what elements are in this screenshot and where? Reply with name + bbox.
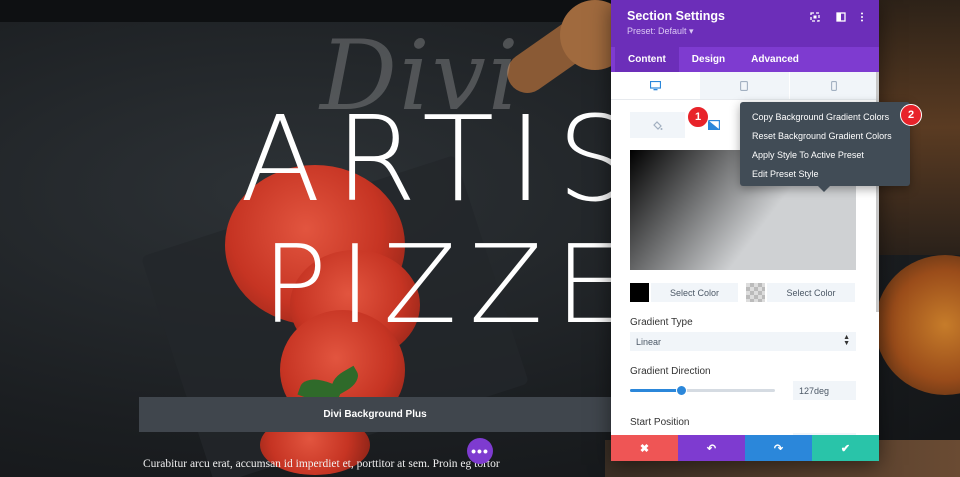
tab-advanced[interactable]: Advanced xyxy=(738,47,812,72)
modal-header: Section Settings Preset: Default ▾ xyxy=(611,0,879,47)
context-menu: Copy Background Gradient Colors Reset Ba… xyxy=(740,102,910,186)
select-end-color-button[interactable]: Select Color xyxy=(767,283,855,302)
hero-button[interactable]: Divi Background Plus xyxy=(139,397,611,432)
tablet-icon xyxy=(740,80,749,91)
gradient-direction-label: Gradient Direction xyxy=(630,366,711,377)
background-type-tabs xyxy=(630,112,741,138)
menu-item-reset-gradient-colors[interactable]: Reset Background Gradient Colors xyxy=(740,126,910,145)
pizza-image xyxy=(875,255,960,395)
menu-item-copy-gradient-colors[interactable]: Copy Background Gradient Colors xyxy=(740,107,910,126)
select-start-color-button[interactable]: Select Color xyxy=(651,283,738,302)
focus-icon[interactable] xyxy=(809,11,821,23)
modal-footer: ✖ ↶ ↷ ✔ xyxy=(611,435,879,461)
more-options-icon[interactable] xyxy=(856,11,868,23)
device-tab-desktop[interactable] xyxy=(611,72,701,99)
cancel-button[interactable]: ✖ xyxy=(611,435,678,461)
gradient-icon xyxy=(707,120,720,130)
undo-button[interactable]: ↶ xyxy=(678,435,745,461)
slider-handle[interactable] xyxy=(675,385,687,396)
save-button[interactable]: ✔ xyxy=(812,435,879,461)
step-badge-1: 1 xyxy=(687,106,709,128)
slider-fill xyxy=(630,389,681,392)
gradient-type-select[interactable]: Linear ▲ ▼ xyxy=(630,332,856,351)
modal-title: Section Settings xyxy=(627,9,725,23)
device-tab-tablet[interactable] xyxy=(700,72,790,99)
menu-item-apply-style-to-preset[interactable]: Apply Style To Active Preset xyxy=(740,145,910,164)
color-fill-icon xyxy=(653,120,663,130)
gradient-direction-input[interactable]: 127deg xyxy=(793,381,856,400)
hero-body-text: Curabitur arcu erat, accumsan id imperdi… xyxy=(143,458,500,470)
start-color-swatch[interactable] xyxy=(630,283,649,302)
device-tab-phone[interactable] xyxy=(789,72,879,99)
tab-content[interactable]: Content xyxy=(615,47,679,72)
section-settings-modal: Section Settings Preset: Default ▾ Conte… xyxy=(611,0,879,461)
start-position-label: Start Position xyxy=(630,417,690,428)
context-menu-caret xyxy=(818,186,830,192)
desktop-icon xyxy=(649,80,661,90)
builder-options-button[interactable]: ••• xyxy=(467,438,493,464)
gradient-type-label: Gradient Type xyxy=(630,317,693,328)
modal-tabs: Content Design Advanced xyxy=(611,47,879,72)
gradient-direction-slider[interactable] xyxy=(630,385,775,396)
phone-icon xyxy=(830,80,837,91)
menu-item-edit-preset-style[interactable]: Edit Preset Style xyxy=(740,164,910,183)
background-type-color[interactable] xyxy=(630,112,685,138)
end-color-swatch[interactable] xyxy=(746,283,765,302)
step-badge-2: 2 xyxy=(900,104,922,126)
gradient-type-value: Linear xyxy=(636,336,662,347)
tab-design[interactable]: Design xyxy=(679,47,738,72)
redo-button[interactable]: ↷ xyxy=(745,435,812,461)
device-tabs xyxy=(611,72,879,100)
select-arrows-icon: ▲ ▼ xyxy=(843,334,850,347)
preset-dropdown[interactable]: Preset: Default ▾ xyxy=(627,26,863,37)
split-view-icon[interactable] xyxy=(835,11,847,23)
